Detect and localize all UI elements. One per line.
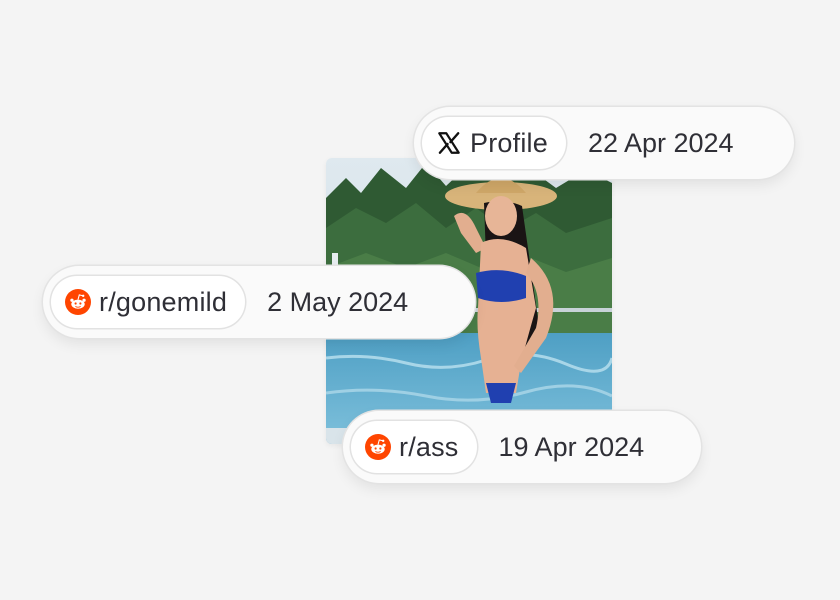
reddit-gonemild-label: r/gonemild: [99, 286, 228, 317]
x-profile-chip[interactable]: Profile: [422, 117, 566, 169]
reddit-gonemild-chip[interactable]: r/gonemild: [51, 276, 246, 328]
reddit-ass-label: r/ass: [399, 431, 459, 462]
reddit-ass-date: 19 Apr 2024: [498, 431, 645, 462]
reddit-ass-badge: r/ass 19 Apr 2024: [343, 411, 701, 483]
reddit-ass-chip[interactable]: r/ass: [351, 421, 477, 473]
reddit-icon: [65, 289, 91, 315]
x-profile-badge: Profile 22 Apr 2024: [414, 107, 794, 179]
reddit-icon: [365, 434, 391, 460]
x-profile-label: Profile: [470, 127, 548, 158]
x-logo-icon: [436, 130, 462, 156]
reddit-gonemild-badge: r/gonemild 2 May 2024: [43, 266, 475, 338]
reddit-gonemild-date: 2 May 2024: [267, 286, 409, 317]
x-profile-date: 22 Apr 2024: [587, 127, 734, 158]
